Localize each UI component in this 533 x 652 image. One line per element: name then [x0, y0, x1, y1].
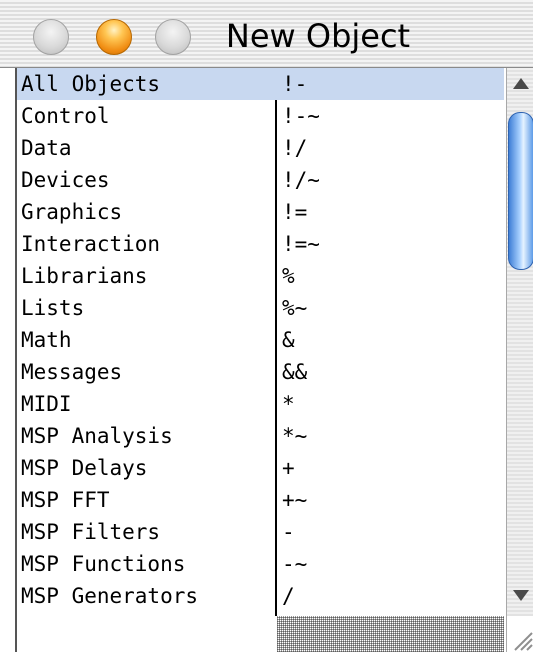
- list-item[interactable]: Interaction !=~: [17, 228, 504, 260]
- list-item[interactable]: Devices !/~: [17, 164, 504, 196]
- category-label: Lists: [21, 296, 85, 320]
- zoom-button-icon[interactable]: [155, 19, 191, 55]
- category-label: MSP Filters: [21, 520, 161, 544]
- close-button-icon[interactable]: [33, 19, 69, 55]
- scroll-thumb[interactable]: [508, 112, 533, 270]
- object-label: +~: [282, 488, 308, 512]
- title-bar[interactable]: New Object: [0, 0, 533, 68]
- category-label: MSP Generators: [21, 584, 199, 608]
- window-title: New Object: [225, 17, 411, 55]
- category-label: MSP Analysis: [21, 424, 173, 448]
- object-label: !-: [282, 72, 308, 96]
- object-label: +: [282, 456, 295, 480]
- list-item[interactable]: MSP Generators /: [17, 580, 504, 612]
- list-item[interactable]: Lists %~: [17, 292, 504, 324]
- scroll-up-arrow-icon[interactable]: [513, 78, 529, 89]
- object-label: !=~: [282, 232, 320, 256]
- category-label: MSP FFT: [21, 488, 110, 512]
- object-label: *~: [282, 424, 308, 448]
- object-label: !/: [282, 136, 308, 160]
- object-label: %: [282, 264, 295, 288]
- object-label: -: [282, 520, 295, 544]
- object-label: !-~: [282, 104, 320, 128]
- object-label: &&: [282, 360, 308, 384]
- object-label: /: [282, 584, 295, 608]
- category-label: MIDI: [21, 392, 72, 416]
- resize-grip-icon[interactable]: [506, 616, 533, 652]
- object-list: All Objects !- Control !-~ Data !/ Devices !/~ G…: [15, 68, 508, 652]
- list-item[interactable]: Graphics !=: [17, 196, 504, 228]
- object-label: %~: [282, 296, 308, 320]
- list-item[interactable]: Data !/: [17, 132, 504, 164]
- category-label: MSP Functions: [21, 552, 186, 576]
- list-item[interactable]: All Objects !-: [17, 68, 504, 100]
- list-item[interactable]: MIDI *: [17, 388, 504, 420]
- new-object-window: New Object All Objects !- Control !-~ Data !/…: [0, 0, 533, 652]
- list-item[interactable]: MSP Delays +: [17, 452, 504, 484]
- list-item[interactable]: MSP FFT +~: [17, 484, 504, 516]
- category-label: Librarians: [21, 264, 148, 288]
- object-label: &: [282, 328, 295, 352]
- category-label: All Objects: [21, 72, 161, 96]
- object-label: !=: [282, 200, 308, 224]
- object-label: !/~: [282, 168, 320, 192]
- list-item[interactable]: Math &: [17, 324, 504, 356]
- category-label: Graphics: [21, 200, 123, 224]
- scroll-down-arrow-icon[interactable]: [513, 590, 529, 601]
- list-item[interactable]: Control !-~: [17, 100, 504, 132]
- empty-bottom-area: [277, 616, 504, 652]
- minimize-button-icon[interactable]: [96, 19, 132, 55]
- category-label: Data: [21, 136, 72, 160]
- category-label: Control: [21, 104, 110, 128]
- category-label: Math: [21, 328, 72, 352]
- category-label: Interaction: [21, 232, 161, 256]
- list-item[interactable]: MSP Analysis *~: [17, 420, 504, 452]
- category-label: MSP Delays: [21, 456, 148, 480]
- category-label: Devices: [21, 168, 110, 192]
- vertical-scrollbar[interactable]: [506, 68, 533, 616]
- list-item[interactable]: MSP Functions -~: [17, 548, 504, 580]
- list-item[interactable]: MSP Filters -: [17, 516, 504, 548]
- object-label: -~: [282, 552, 308, 576]
- object-label: *: [282, 392, 295, 416]
- category-label: Messages: [21, 360, 123, 384]
- list-item[interactable]: Messages &&: [17, 356, 504, 388]
- list-item[interactable]: Librarians%: [17, 260, 504, 292]
